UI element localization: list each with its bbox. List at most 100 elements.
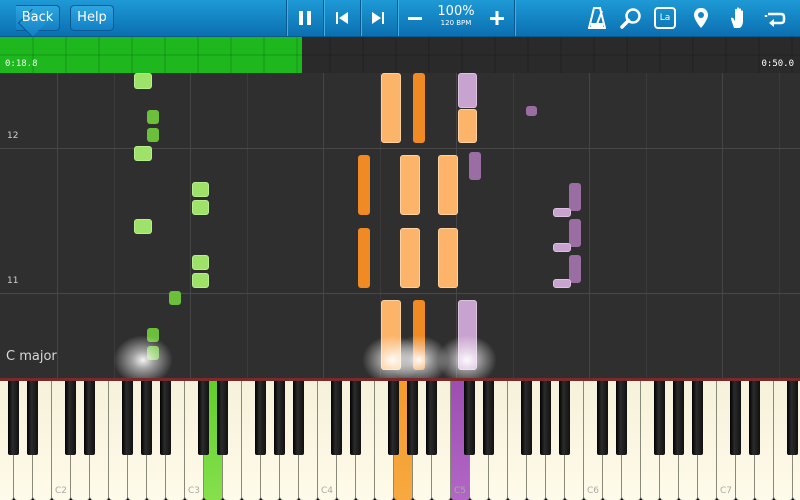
piano-black-key[interactable] <box>464 381 475 455</box>
minus-icon[interactable] <box>400 0 430 36</box>
note-orange <box>381 73 401 143</box>
toolbar-separator <box>286 0 287 36</box>
note-purple <box>553 279 571 288</box>
octave-gridline <box>190 73 191 378</box>
skip-back-icon[interactable] <box>326 0 358 36</box>
zoom-percent: 100% <box>437 4 475 19</box>
toolbar-separator <box>360 0 361 36</box>
octave-gridline <box>323 73 324 378</box>
falling-notes-area: 12 11 C major <box>0 73 800 378</box>
note-green <box>192 182 209 197</box>
piano-black-key[interactable] <box>692 381 703 455</box>
progress-grid <box>0 37 800 73</box>
piano-keyboard: C2 C3 C4 C5 C6 C7 <box>0 378 800 500</box>
tempo-label: 120 BPM <box>440 19 472 27</box>
note-purple <box>553 243 571 252</box>
piano-black-key[interactable] <box>84 381 95 455</box>
octave-label: C7 <box>719 486 732 496</box>
piano-black-key[interactable] <box>483 381 494 455</box>
metronome-icon[interactable] <box>580 0 614 36</box>
current-time: 0:18.8 <box>5 59 38 69</box>
octave-label: C3 <box>187 486 200 496</box>
piano-black-key[interactable] <box>407 381 418 455</box>
note-green <box>192 200 209 215</box>
piano-black-key[interactable] <box>616 381 627 455</box>
piano-black-key[interactable] <box>122 381 133 455</box>
note-purple <box>553 208 571 217</box>
piano-black-key[interactable] <box>597 381 608 455</box>
piano-black-key[interactable] <box>540 381 551 455</box>
measure-number: 12 <box>7 131 19 141</box>
toolbar-separator <box>514 0 515 36</box>
note-orange <box>458 109 477 143</box>
song-progress-bar[interactable]: 0:18.8 0:50.0 <box>0 37 800 73</box>
note-orange <box>400 155 420 215</box>
piano-black-key[interactable] <box>160 381 171 455</box>
note-orange <box>413 73 425 143</box>
measure-line <box>0 148 800 149</box>
piano-black-key[interactable] <box>27 381 38 455</box>
piano-black-key[interactable] <box>787 381 798 455</box>
piano-black-key[interactable] <box>749 381 760 455</box>
note-green <box>147 128 159 142</box>
piano-black-key[interactable] <box>65 381 76 455</box>
skip-forward-icon[interactable] <box>362 0 394 36</box>
note-green <box>134 146 152 161</box>
octave-label: C4 <box>320 486 333 496</box>
note-purple <box>526 106 537 116</box>
plus-icon[interactable] <box>482 0 512 36</box>
key-signature-label: C major <box>6 349 57 364</box>
piano-black-key[interactable] <box>521 381 532 455</box>
piano-black-key[interactable] <box>274 381 285 455</box>
octave-label: C2 <box>54 486 67 496</box>
piano-black-key[interactable] <box>293 381 304 455</box>
piano-black-key[interactable] <box>673 381 684 455</box>
gridline <box>646 73 647 378</box>
piano-black-key[interactable] <box>426 381 437 455</box>
piano-black-key[interactable] <box>730 381 741 455</box>
gridline <box>779 73 780 378</box>
note-orange <box>358 155 370 215</box>
label-la-text: La <box>654 7 676 29</box>
note-purple <box>569 255 581 283</box>
location-pin-icon[interactable] <box>684 0 718 36</box>
hand-icon[interactable] <box>722 0 756 36</box>
help-button[interactable]: Help <box>70 5 114 31</box>
piano-black-key[interactable] <box>198 381 209 455</box>
piano-black-key[interactable] <box>331 381 342 455</box>
label-la-icon[interactable]: La <box>648 0 682 36</box>
piano-black-key[interactable] <box>654 381 665 455</box>
toolbar-separator <box>323 0 324 36</box>
octave-label: C5 <box>453 486 466 496</box>
gridline <box>513 73 514 378</box>
octave-gridline <box>57 73 58 378</box>
note-purple <box>469 152 481 180</box>
piano-black-key[interactable] <box>350 381 361 455</box>
octave-gridline <box>589 73 590 378</box>
piano-black-key[interactable] <box>388 381 399 455</box>
back-button[interactable]: Back <box>16 5 60 38</box>
piano-black-key[interactable] <box>217 381 228 455</box>
magnifier-icon[interactable] <box>614 0 648 36</box>
piano-black-key[interactable] <box>8 381 19 455</box>
note-orange <box>438 228 458 288</box>
back-button-label: Back <box>21 10 54 25</box>
note-green <box>134 73 152 89</box>
pause-icon[interactable] <box>290 0 320 36</box>
octave-gridline <box>722 73 723 378</box>
piano-black-key[interactable] <box>255 381 266 455</box>
gridline <box>247 73 248 378</box>
note-green <box>192 273 209 288</box>
total-time: 0:50.0 <box>761 59 794 69</box>
gridline <box>114 73 115 378</box>
note-green <box>169 291 181 305</box>
note-purple <box>458 73 477 108</box>
zoom-readout: 100% 120 BPM <box>432 4 480 28</box>
note-purple <box>569 219 581 247</box>
piano-black-key[interactable] <box>141 381 152 455</box>
measure-number: 11 <box>7 276 19 286</box>
loop-icon[interactable] <box>758 0 792 36</box>
piano-black-key[interactable] <box>559 381 570 455</box>
note-green <box>147 110 159 124</box>
note-purple <box>569 183 581 211</box>
